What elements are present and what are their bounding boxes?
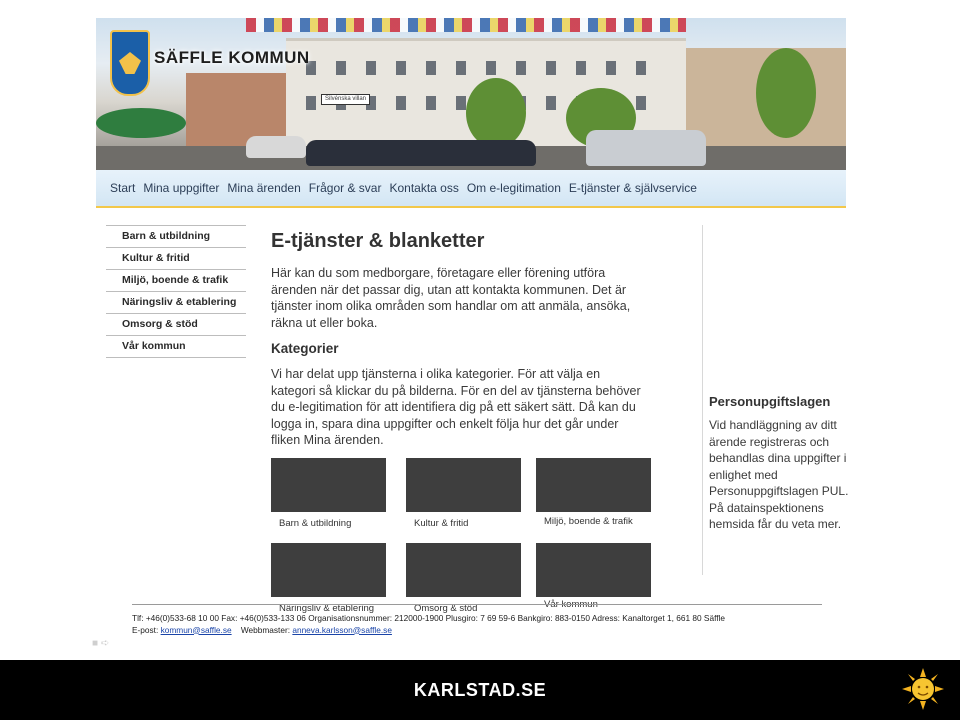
presentation-bottom-bar: KARLSTAD.SE	[0, 660, 960, 720]
nav-fragor-svar[interactable]: Frågor & svar	[309, 181, 382, 195]
webmaster-link[interactable]: anneva.karlsson@saffle.se	[292, 625, 392, 635]
category-image[interactable]	[406, 458, 521, 512]
nav-mina-arenden[interactable]: Mina ärenden	[227, 181, 300, 195]
car	[246, 136, 306, 158]
category-image[interactable]	[271, 543, 386, 597]
aside-panel: Personupgiftslagen Vid handläggning av d…	[709, 394, 859, 533]
aside-text: Vid handläggning av ditt ärende registre…	[709, 418, 849, 531]
header-banner-photo: Silvénska villan SÄFFLE KOMMUN	[96, 18, 846, 170]
flags-decoration	[246, 18, 686, 32]
main-navigation: Start Mina uppgifter Mina ärenden Frågor…	[96, 170, 846, 208]
sidebar-item-var-kommun[interactable]: Vår kommun	[106, 335, 246, 358]
web-page: Silvénska villan SÄFFLE KOMMUN Start Min…	[96, 18, 848, 642]
footer-email-line: E-post: kommun@saffle.se Webbmaster: ann…	[132, 625, 822, 637]
main-content: E-tjänster & blanketter Här kan du som m…	[271, 230, 646, 449]
green-umbrella	[96, 108, 186, 138]
sun-logo-icon	[902, 668, 944, 710]
category-tile-miljo-boende-trafik[interactable]: Miljö, boende & trafik	[536, 458, 651, 527]
category-tile-barn-utbildning[interactable]: Barn & utbildning	[271, 458, 386, 529]
category-image[interactable]	[536, 543, 651, 597]
nav-e-tjanster[interactable]: E-tjänster & självservice	[569, 181, 697, 195]
sidebar-menu: Barn & utbildning Kultur & fritid Miljö,…	[106, 225, 246, 358]
nav-om-e-legitimation[interactable]: Om e-legitimation	[467, 181, 561, 195]
car	[586, 130, 706, 166]
webmaster-label: Webbmaster:	[240, 624, 291, 635]
nav-start[interactable]: Start	[110, 181, 135, 195]
category-image[interactable]	[271, 458, 386, 512]
site-footer: Tlf: +46(0)533-68 10 00 Fax: +46(0)533-1…	[132, 604, 822, 636]
sidebar-item-kultur-fritid[interactable]: Kultur & fritid	[106, 247, 246, 269]
email-label: E-post:	[132, 624, 159, 635]
nav-mina-uppgifter[interactable]: Mina uppgifter	[143, 181, 219, 195]
sidebar-item-miljo-boende-trafik[interactable]: Miljö, boende & trafik	[106, 269, 246, 291]
page-title: E-tjänster & blanketter	[271, 230, 485, 252]
intro-text: Här kan du som medborgare, företagare el…	[271, 266, 631, 330]
tree	[756, 48, 816, 138]
column-divider	[702, 225, 703, 575]
categories-heading: Kategorier	[271, 341, 339, 356]
coat-of-arms-icon	[110, 30, 150, 96]
sidebar-item-omsorg-stod[interactable]: Omsorg & stöd	[106, 313, 246, 335]
category-tile-kultur-fritid[interactable]: Kultur & fritid	[406, 458, 521, 529]
email-link[interactable]: kommun@saffle.se	[161, 625, 232, 635]
car	[306, 140, 536, 166]
category-caption[interactable]: Barn & utbildning	[271, 518, 386, 529]
nav-kontakta-oss[interactable]: Kontakta oss	[389, 181, 458, 195]
category-grid: Barn & utbildning Kultur & fritid Miljö,…	[271, 458, 661, 628]
categories-text: Vi har delat upp tjänsterna i olika kate…	[271, 367, 641, 447]
category-image[interactable]	[536, 458, 651, 512]
category-tile-var-kommun[interactable]: Vår kommun	[536, 543, 651, 610]
sidebar-item-barn-utbildning[interactable]: Barn & utbildning	[106, 225, 246, 247]
category-caption[interactable]: Kultur & fritid	[406, 518, 521, 529]
footer-contact-line: Tlf: +46(0)533-68 10 00 Fax: +46(0)533-1…	[132, 613, 725, 623]
tree	[466, 78, 526, 148]
site-brand: SÄFFLE KOMMUN	[154, 48, 310, 67]
karlstad-logo-text: KARLSTAD.SE	[413, 680, 547, 700]
category-image[interactable]	[406, 543, 521, 597]
arrow-decoration-icon: ■ ➪	[92, 638, 110, 649]
category-caption[interactable]: Miljö, boende & trafik	[536, 516, 651, 527]
street-sign: Silvénska villan	[321, 94, 371, 105]
sidebar-item-naringsliv-etablering[interactable]: Näringsliv & etablering	[106, 291, 246, 313]
aside-title: Personupgiftslagen	[709, 394, 831, 409]
